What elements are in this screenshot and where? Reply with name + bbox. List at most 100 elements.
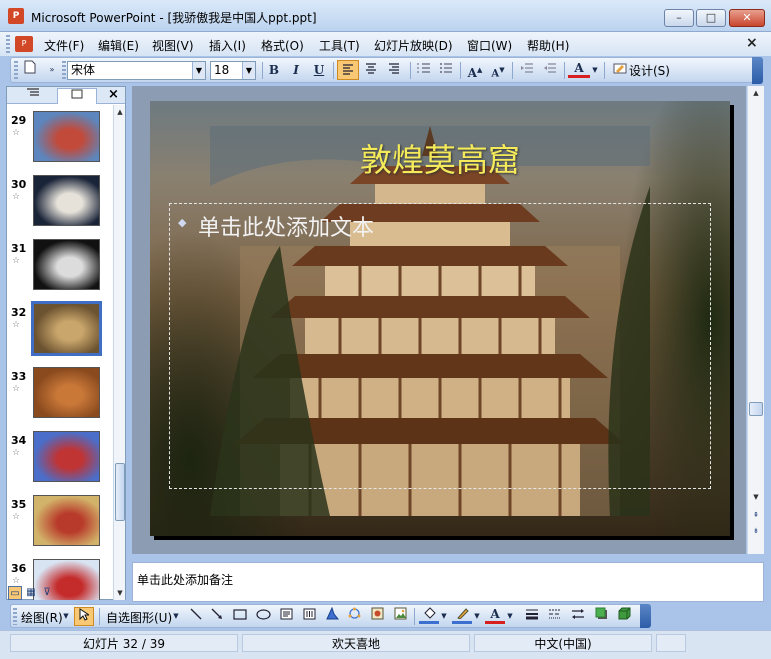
menubar-grip[interactable] [6,35,10,53]
insert-picture-icon[interactable] [390,607,410,626]
bullets-icon[interactable] [435,60,457,80]
line-icon[interactable] [186,607,206,626]
toolbar-options-button[interactable] [752,57,763,84]
line-color-icon[interactable] [452,607,472,624]
shrink-font-button[interactable]: A▼ [487,60,509,80]
slide-thumbnail-35[interactable]: 35 ☆ [7,495,113,557]
shadow-style-icon[interactable] [591,607,611,626]
toolbar-grip[interactable] [14,61,18,79]
wordart-icon[interactable] [322,606,342,626]
chevron-down-icon[interactable]: ▼ [590,60,600,80]
slide-thumbnail-29[interactable]: 29 ☆ [7,111,113,173]
menu-insert[interactable]: 插入(I) [209,37,246,54]
menu-format[interactable]: 格式(O) [261,37,304,54]
align-right-button[interactable] [383,60,405,80]
scroll-up-arrow-icon[interactable]: ▲ [748,86,764,100]
slide-thumbnail-32[interactable]: 32 ☆ [7,301,113,365]
scrollbar-thumb[interactable] [115,463,125,521]
slide-preview-image [31,301,102,356]
slide-canvas[interactable]: 敦煌莫高窟 ◆ 单击此处添加文本 [150,101,730,536]
3d-style-icon[interactable] [614,607,634,626]
notes-pane[interactable]: 单击此处添加备注 [132,562,764,602]
font-size-select[interactable]: 18 ▼ [210,61,256,80]
document-close-icon[interactable]: × [746,35,758,51]
menu-help[interactable]: 帮助(H) [527,37,569,54]
scrollbar-thumb[interactable] [749,402,763,416]
align-center-button[interactable] [360,60,382,80]
vertical-textbox-icon[interactable] [299,607,319,626]
font-name-select[interactable]: 宋体 ▼ [67,61,206,80]
slides-tab[interactable] [57,88,97,104]
decrease-indent-icon[interactable] [516,60,538,80]
fill-color-icon[interactable] [419,607,439,624]
slide-body-placeholder[interactable]: ◆ 单击此处添加文本 [169,203,711,489]
slide-thumbnail-33[interactable]: 33 ☆ [7,367,113,429]
slideshow-view-icon[interactable]: ⊽ [40,586,54,600]
font-color-button[interactable]: A [568,60,590,78]
chevron-down-icon[interactable]: ▼ [61,607,71,626]
scroll-down-arrow-icon[interactable]: ▼ [748,490,764,504]
chevron-down-icon[interactable]: ▼ [242,62,255,79]
chevron-down-icon[interactable]: ▼ [505,607,515,626]
diagram-icon[interactable] [344,607,364,626]
close-button[interactable]: ✕ [729,9,765,27]
menu-window[interactable]: 窗口(W) [467,37,512,54]
menu-view[interactable]: 视图(V) [152,37,194,54]
slide-scrollbar[interactable]: ▲ ▼ ⇞ ⇟ [747,86,764,554]
document-icon[interactable]: P [15,36,33,52]
panel-close-icon[interactable]: × [108,87,119,102]
slide-thumbnail-31[interactable]: 31 ☆ [7,239,113,301]
maximize-button[interactable]: □ [696,9,726,27]
design-icon[interactable] [609,60,631,80]
autoshapes-button[interactable]: 自选图形(U) [106,609,172,626]
slide-title[interactable]: 敦煌莫高窟 [350,135,530,181]
font-color-drawing-button[interactable]: A [485,607,505,624]
arrow-style-icon[interactable] [568,607,588,626]
chevron-down-icon[interactable]: ▼ [439,607,449,626]
menu-tools[interactable]: 工具(T) [319,37,360,54]
toolbar-grip-2[interactable] [62,61,66,79]
slide-thumbnail-34[interactable]: 34 ☆ [7,431,113,493]
menu-slideshow[interactable]: 幻灯片放映(D) [374,37,453,54]
textbox-icon[interactable] [276,607,296,626]
animation-star-icon: ☆ [12,320,21,330]
animation-star-icon: ☆ [12,192,21,202]
separator [333,62,334,79]
slide-thumbnail-30[interactable]: 30 ☆ [7,175,113,237]
rectangle-icon[interactable] [230,607,250,626]
toolbar-grip[interactable] [13,608,17,625]
numbering-icon[interactable] [413,60,435,80]
align-left-button[interactable] [337,60,359,80]
chevron-down-icon[interactable]: ▼ [472,607,482,626]
select-pointer-icon[interactable] [74,607,94,626]
outline-tab[interactable] [13,88,53,104]
arrow-icon[interactable] [207,607,227,626]
normal-view-icon[interactable]: ▭ [8,586,22,600]
clip-art-icon[interactable] [367,607,387,626]
line-style-icon[interactable] [522,607,542,626]
new-document-icon[interactable] [19,60,41,80]
grow-font-button[interactable]: A▲ [464,60,486,80]
increase-indent-icon[interactable] [539,60,561,80]
slide-sorter-view-icon[interactable]: ▦ [24,586,38,600]
design-button[interactable]: 设计(S) [629,62,670,79]
toolbar-options-chevron-icon[interactable]: » [41,60,63,80]
underline-button[interactable]: U [308,60,330,80]
powerpoint-app-icon[interactable]: P [8,8,24,24]
scroll-down-arrow-icon[interactable]: ▼ [114,586,126,600]
chevron-down-icon[interactable]: ▼ [171,607,181,626]
menu-edit[interactable]: 编辑(E) [98,37,139,54]
draw-menu-button[interactable]: 绘图(R) [21,609,63,626]
chevron-down-icon[interactable]: ▼ [192,62,205,79]
slides-scrollbar[interactable]: ▲ ▼ [113,105,125,600]
scroll-up-arrow-icon[interactable]: ▲ [114,105,126,119]
italic-button[interactable]: I [285,60,307,80]
minimize-button[interactable]: – [664,9,694,27]
dash-style-icon[interactable] [545,607,565,626]
menu-file[interactable]: 文件(F) [44,37,84,54]
oval-icon[interactable] [253,607,273,626]
previous-slide-icon[interactable]: ⇞ [748,508,764,522]
next-slide-icon[interactable]: ⇟ [748,524,764,538]
bold-button[interactable]: B [263,60,285,80]
drawing-toolbar-options-button[interactable] [640,604,651,628]
